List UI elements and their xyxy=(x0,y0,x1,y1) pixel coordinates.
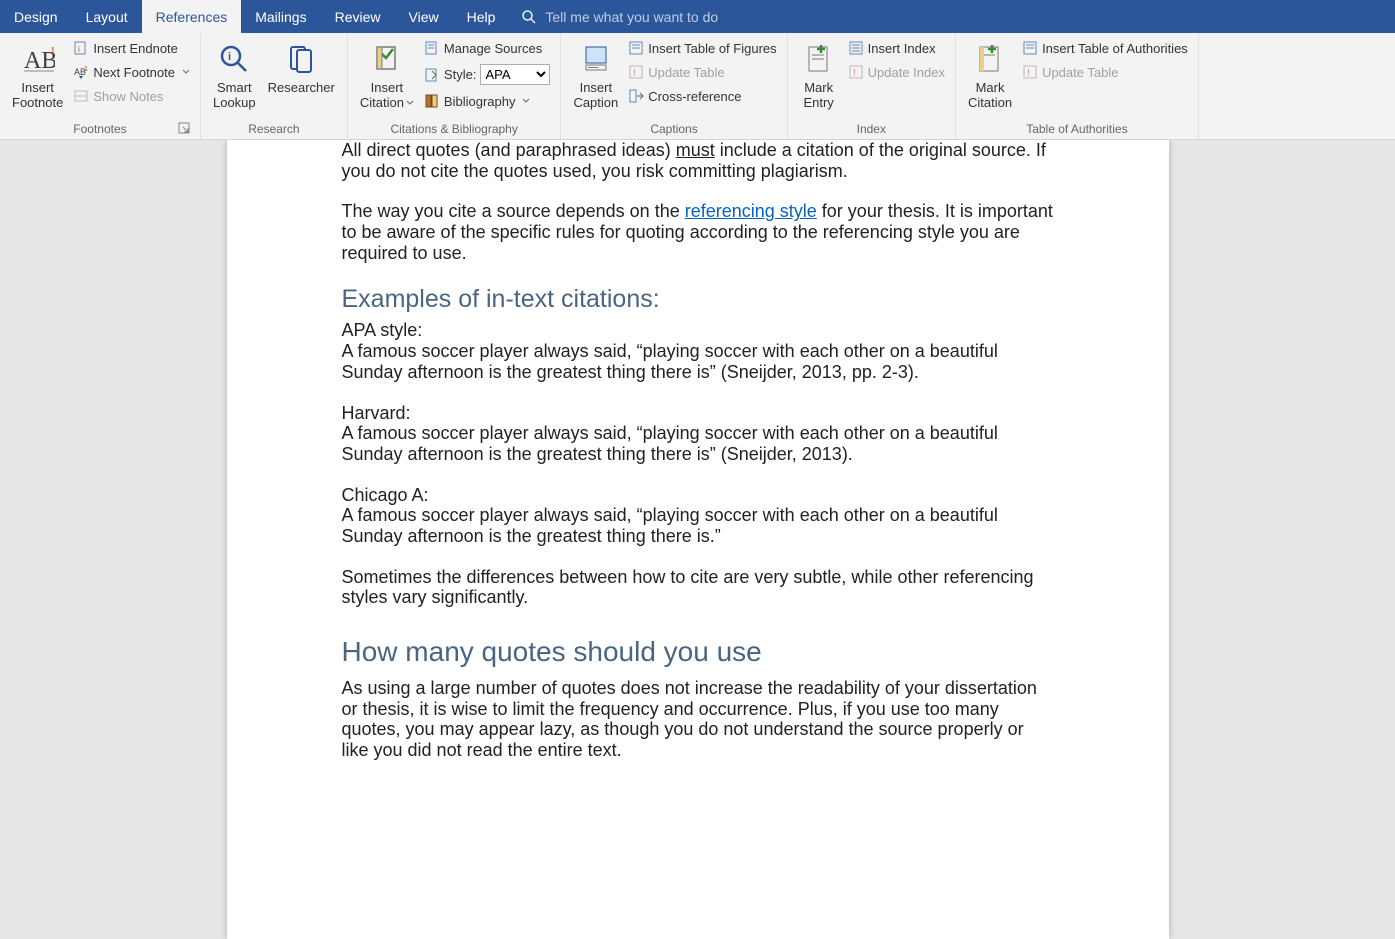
tab-bar: Design Layout References Mailings Review… xyxy=(0,0,1395,33)
svg-text:!: ! xyxy=(853,68,856,79)
group-toa: Mark Citation Insert Table of Authoritie… xyxy=(956,33,1199,139)
tab-design[interactable]: Design xyxy=(0,0,72,33)
tab-layout[interactable]: Layout xyxy=(72,0,142,33)
endnote-icon: i xyxy=(73,40,89,56)
update-icon: ! xyxy=(848,64,864,80)
group-footnotes: AB1 Insert Footnote i Insert Endnote AB1… xyxy=(0,33,201,139)
insert-toa-icon xyxy=(1022,40,1038,56)
next-footnote-button[interactable]: AB1 Next Footnote xyxy=(69,62,194,82)
insert-toa-button[interactable]: Insert Table of Authorities xyxy=(1018,38,1192,58)
insert-endnote-button[interactable]: i Insert Endnote xyxy=(69,38,194,58)
show-notes-icon xyxy=(73,88,89,104)
svg-text:1: 1 xyxy=(84,66,88,73)
svg-text:!: ! xyxy=(633,68,636,79)
mark-citation-button[interactable]: Mark Citation xyxy=(962,36,1018,112)
manage-sources-icon xyxy=(424,40,440,56)
insert-caption-icon xyxy=(580,43,612,75)
svg-text:!: ! xyxy=(1027,68,1030,79)
heading-how-many: How many quotes should you use xyxy=(342,636,1054,668)
update-index-button[interactable]: ! Update Index xyxy=(844,62,949,82)
group-label-toa: Table of Authorities xyxy=(962,120,1192,139)
group-label-index: Index xyxy=(794,120,949,139)
ribbon: AB1 Insert Footnote i Insert Endnote AB1… xyxy=(0,33,1395,140)
group-research: i Smart Lookup Researcher Research xyxy=(201,33,348,139)
style-dropdown[interactable]: APA xyxy=(480,64,550,85)
chevron-down-icon xyxy=(522,97,530,105)
next-footnote-icon: AB1 xyxy=(73,64,89,80)
insert-citation-icon xyxy=(371,43,403,75)
insert-citation-button[interactable]: Insert Citation xyxy=(354,36,420,112)
group-label-footnotes: Footnotes xyxy=(6,120,194,139)
insert-table-of-figures-button[interactable]: Insert Table of Figures xyxy=(624,38,780,58)
citation-style-select[interactable]: Style: APA xyxy=(420,62,555,87)
search-icon xyxy=(521,9,537,25)
update-toa-button[interactable]: ! Update Table xyxy=(1018,62,1192,82)
tof-icon xyxy=(628,40,644,56)
body-text: APA style: xyxy=(342,320,1054,341)
body-text: A famous soccer player always said, “pla… xyxy=(342,341,1054,382)
svg-text:i: i xyxy=(228,51,231,63)
document-page[interactable]: All direct quotes (and paraphrased ideas… xyxy=(227,140,1169,939)
group-label-research: Research xyxy=(207,120,341,139)
svg-text:1: 1 xyxy=(50,45,55,57)
tab-review[interactable]: Review xyxy=(321,0,395,33)
body-text: A famous soccer player always said, “pla… xyxy=(342,505,1054,546)
footnote-icon: AB1 xyxy=(21,42,55,76)
smart-lookup-icon: i xyxy=(218,43,250,75)
body-text: A famous soccer player always said, “pla… xyxy=(342,423,1054,464)
update-icon: ! xyxy=(1022,64,1038,80)
chevron-down-icon xyxy=(406,99,414,107)
insert-footnote-button[interactable]: AB1 Insert Footnote xyxy=(6,36,69,112)
insert-index-icon xyxy=(848,40,864,56)
bibliography-icon xyxy=(424,93,440,109)
group-captions: Insert Caption Insert Table of Figures !… xyxy=(561,33,787,139)
body-text: All direct quotes (and paraphrased ideas… xyxy=(342,140,1054,181)
group-citations: Insert Citation Manage Sources Style: AP… xyxy=(348,33,562,139)
tab-references[interactable]: References xyxy=(142,0,242,33)
researcher-icon xyxy=(285,43,317,75)
tab-view[interactable]: View xyxy=(395,0,453,33)
group-label-captions: Captions xyxy=(567,120,780,139)
body-text: Harvard: xyxy=(342,403,1054,424)
mark-entry-icon xyxy=(803,43,835,75)
mark-citation-icon xyxy=(974,43,1006,75)
tab-mailings[interactable]: Mailings xyxy=(241,0,320,33)
tab-help[interactable]: Help xyxy=(453,0,510,33)
cross-reference-button[interactable]: Cross-reference xyxy=(624,86,780,106)
group-index: Mark Entry Insert Index ! Update Index I… xyxy=(788,33,956,139)
insert-caption-button[interactable]: Insert Caption xyxy=(567,36,624,112)
mark-entry-button[interactable]: Mark Entry xyxy=(794,36,844,112)
heading-examples: Examples of in-text citations: xyxy=(342,285,1054,314)
tell-me-placeholder: Tell me what you want to do xyxy=(545,9,718,25)
cross-reference-icon xyxy=(628,88,644,104)
show-notes-button[interactable]: Show Notes xyxy=(69,86,194,106)
body-text: The way you cite a source depends on the… xyxy=(342,201,1054,263)
svg-text:i: i xyxy=(78,45,80,54)
document-workspace[interactable]: All direct quotes (and paraphrased ideas… xyxy=(0,140,1395,939)
style-icon xyxy=(424,67,440,83)
bibliography-button[interactable]: Bibliography xyxy=(420,91,555,111)
chevron-down-icon xyxy=(182,68,190,76)
dialog-launcher-icon[interactable] xyxy=(178,122,192,136)
body-text: Chicago A: xyxy=(342,485,1054,506)
update-table-button[interactable]: ! Update Table xyxy=(624,62,780,82)
smart-lookup-button[interactable]: i Smart Lookup xyxy=(207,36,262,112)
insert-index-button[interactable]: Insert Index xyxy=(844,38,949,58)
body-text: As using a large number of quotes does n… xyxy=(342,678,1054,761)
manage-sources-button[interactable]: Manage Sources xyxy=(420,38,555,58)
body-text: Sometimes the differences between how to… xyxy=(342,567,1054,608)
researcher-button[interactable]: Researcher xyxy=(262,36,341,97)
referencing-style-link[interactable]: referencing style xyxy=(685,201,817,221)
tell-me-search[interactable]: Tell me what you want to do xyxy=(521,0,718,33)
update-icon: ! xyxy=(628,64,644,80)
group-label-citations: Citations & Bibliography xyxy=(354,120,555,139)
